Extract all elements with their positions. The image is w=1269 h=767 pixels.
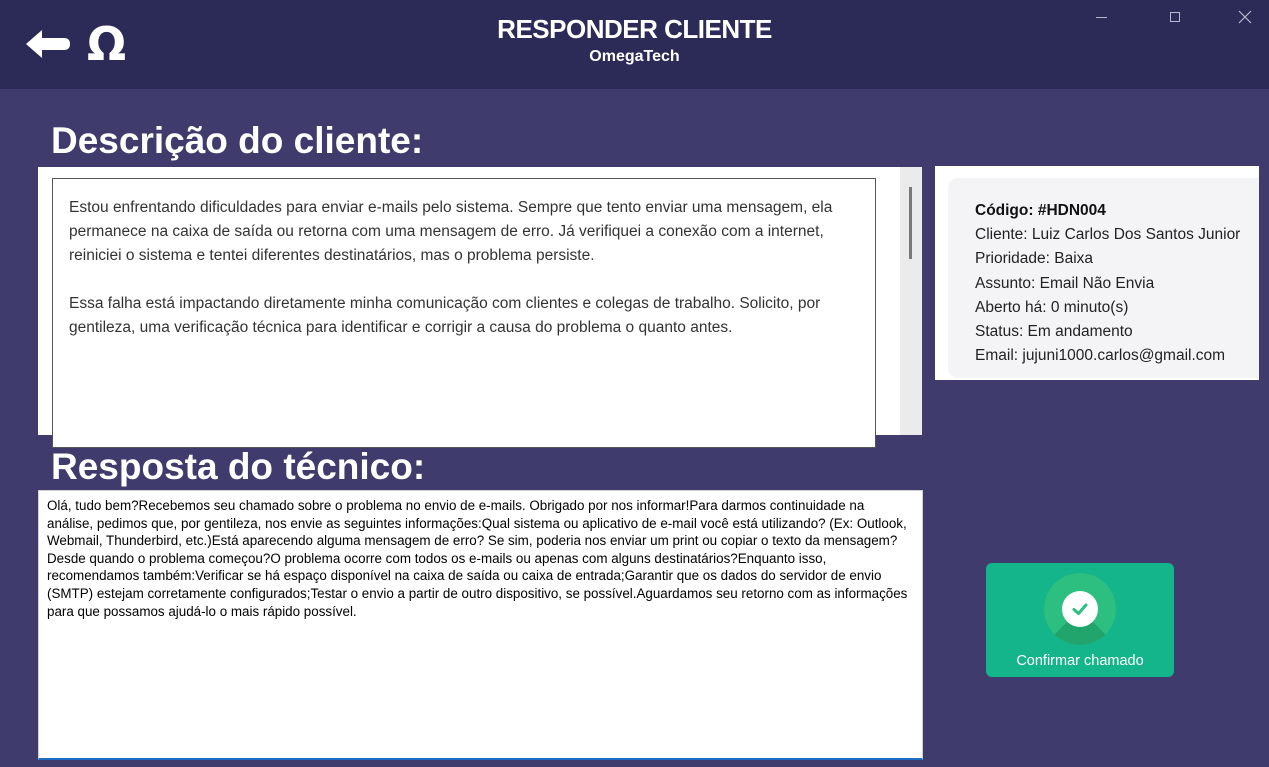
description-paragraph-2: Essa falha está impactando diretamente m… [69, 295, 821, 336]
ticket-opened: Aberto há: 0 minuto(s) [975, 298, 1129, 316]
checkmark-icon [1072, 603, 1088, 615]
window-title: RESPONDER CLIENTE [497, 14, 772, 44]
title-bar: Ω RESPONDER CLIENTE OmegaTech [0, 0, 1269, 89]
ticket-status: Status: Em andamento [975, 323, 1133, 341]
description-paragraph-1: Estou enfrentando dificuldades para envi… [69, 199, 833, 264]
ticket-code: Código: #HDN004 [975, 202, 1106, 219]
confirm-ticket-label: Confirmar chamado [1016, 653, 1144, 669]
close-icon [1238, 10, 1252, 24]
description-panel: Estou enfrentando dificuldades para envi… [38, 167, 922, 448]
ticket-email: Email: jujuni1000.carlos@gmail.com [975, 347, 1226, 365]
description-textbox[interactable]: Estou enfrentando dificuldades para envi… [52, 178, 876, 448]
minimize-button[interactable] [1087, 4, 1117, 30]
check-circle-icon [1044, 573, 1116, 645]
ticket-info-lines: Código: #HDN004 Cliente: Luiz Carlos Dos… [975, 199, 1259, 368]
maximize-icon [1170, 12, 1180, 22]
ticket-subject: Assunto: Email Não Envia [975, 274, 1155, 292]
close-button[interactable] [1230, 4, 1260, 30]
maximize-button[interactable] [1160, 4, 1190, 30]
window-subtitle: OmegaTech [589, 48, 680, 65]
ticket-priority: Prioridade: Baixa [975, 250, 1094, 268]
ticket-info-panel: Código: #HDN004 Cliente: Luiz Carlos Dos… [935, 166, 1259, 380]
scrollbar-thumb[interactable] [909, 187, 912, 259]
ticket-client: Cliente: Luiz Carlos Dos Santos Junior [975, 226, 1241, 244]
minimize-icon [1096, 17, 1107, 18]
response-heading: Resposta do técnico: [51, 446, 426, 487]
window-title-block: RESPONDER CLIENTE OmegaTech [0, 14, 1269, 68]
description-heading: Descrição do cliente: [51, 120, 424, 161]
description-scrollbar[interactable] [900, 167, 922, 435]
response-textarea[interactable]: Olá, tudo bem?Recebemos seu chamado sobr… [38, 490, 923, 760]
confirm-ticket-button[interactable]: Confirmar chamado [986, 563, 1174, 677]
